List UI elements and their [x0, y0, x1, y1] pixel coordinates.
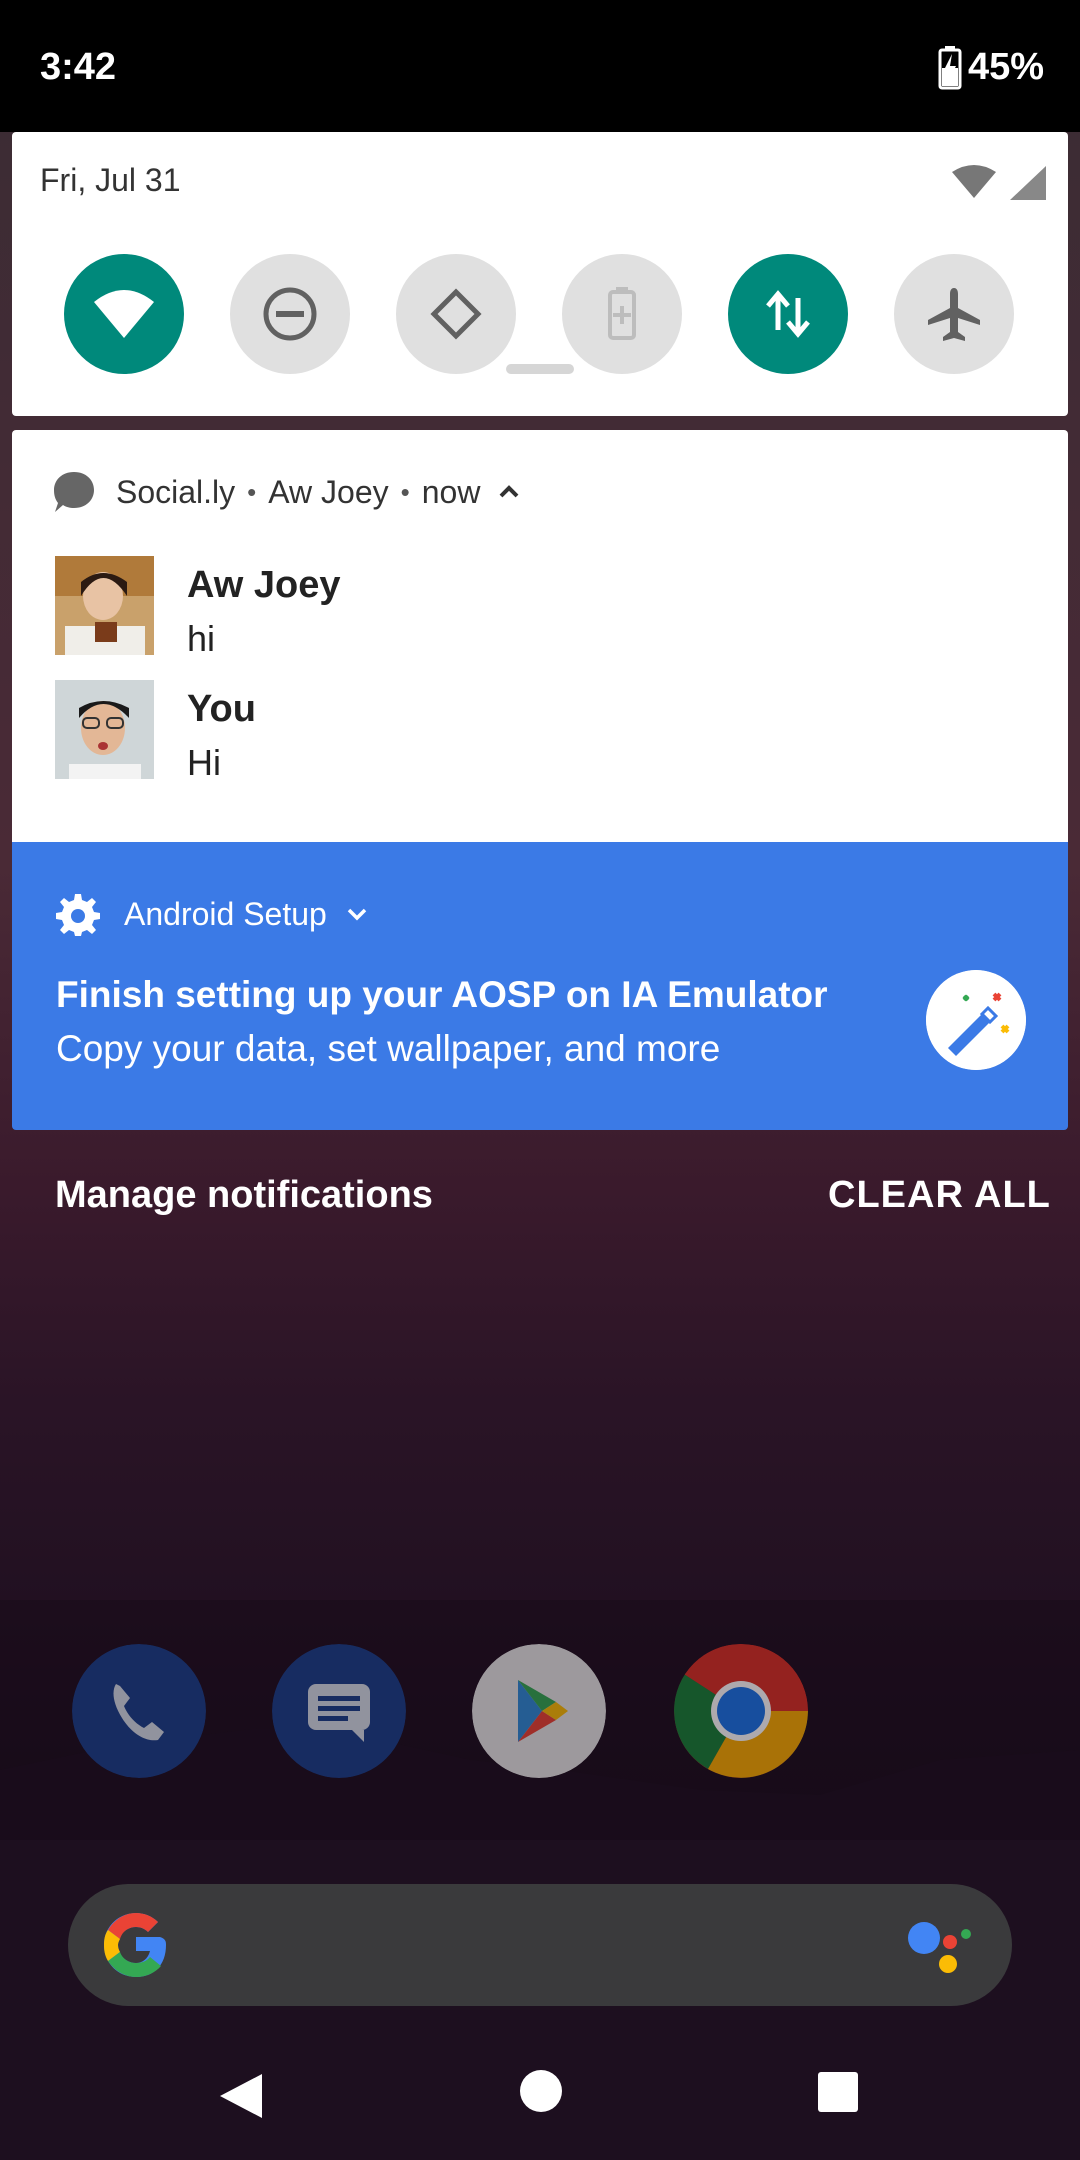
google-assistant-icon[interactable]	[898, 1914, 978, 1978]
wifi-icon	[94, 290, 154, 338]
clock: 3:42	[40, 46, 117, 88]
google-g-icon	[104, 1913, 166, 1977]
play-store-icon	[472, 1644, 606, 1778]
airplane-icon	[928, 288, 980, 341]
message-text: hi	[187, 618, 216, 659]
notification-app-name: Social.ly	[116, 473, 236, 510]
clear-all-button[interactable]: CLEAR ALL	[828, 1174, 1051, 1217]
dock-app-phone[interactable]	[72, 1644, 206, 1778]
qs-tile-airplane-mode[interactable]	[894, 254, 1014, 374]
message-text: Hi	[187, 742, 221, 783]
separator-dot: •	[247, 476, 257, 507]
recents-icon[interactable]	[818, 2072, 858, 2112]
qs-tile-auto-rotate[interactable]	[396, 254, 516, 374]
notification-time: now	[421, 473, 481, 510]
message-row: You Hi	[55, 680, 1035, 783]
battery-saver-icon	[608, 287, 636, 340]
qs-drag-handle[interactable]	[506, 364, 574, 374]
notification-title: Finish setting up your AOSP on IA Emulat…	[56, 974, 828, 1015]
qs-tile-mobile-data[interactable]	[728, 254, 848, 374]
network-status-icon	[952, 165, 1046, 200]
mobile-data-icon	[766, 290, 810, 338]
message-notification[interactable]: Social.ly • Aw Joey • now Aw Joey hi You	[12, 430, 1068, 842]
home-icon[interactable]	[520, 2070, 562, 2112]
chat-bubble-icon	[54, 472, 94, 512]
back-icon[interactable]	[214, 2070, 266, 2122]
notification-conversation: Aw Joey	[268, 473, 389, 510]
battery-charging-icon	[938, 46, 962, 90]
notification-header: Android Setup	[56, 892, 371, 936]
notification-text: Copy your data, set wallpaper, and more	[56, 1028, 721, 1069]
chrome-icon	[674, 1644, 808, 1778]
qs-tile-wifi[interactable]	[64, 254, 184, 374]
avatar-aw-joey	[55, 556, 154, 655]
separator-dot: •	[400, 476, 410, 507]
qs-tile-battery-saver[interactable]	[562, 254, 682, 374]
dock-app-chrome[interactable]	[674, 1644, 808, 1778]
status-bar: 3:42 45%	[0, 0, 1080, 132]
setup-notification[interactable]: Android Setup Finish setting up your AOS…	[12, 842, 1068, 1130]
manage-notifications-button[interactable]: Manage notifications	[55, 1174, 433, 1217]
dock-app-play-store[interactable]	[472, 1644, 606, 1778]
navigation-bar	[0, 2030, 1080, 2160]
chevron-down-icon[interactable]	[343, 900, 371, 928]
phone-icon	[72, 1644, 206, 1778]
battery-percentage: 45%	[968, 46, 1045, 88]
message-row: Aw Joey hi	[55, 556, 1035, 659]
notification-app-name: Android Setup	[124, 895, 327, 932]
dock-app-messages[interactable]	[272, 1644, 406, 1778]
message-sender: Aw Joey	[187, 564, 341, 606]
gear-icon	[56, 894, 100, 936]
messages-icon	[272, 1644, 406, 1778]
message-sender: You	[187, 688, 256, 730]
auto-rotate-icon	[430, 288, 482, 340]
notification-header: Social.ly • Aw Joey • now	[52, 472, 524, 512]
qs-date[interactable]: Fri, Jul 31	[40, 162, 180, 199]
magic-wand-icon	[926, 970, 1026, 1070]
quick-settings-panel: Fri, Jul 31	[12, 132, 1068, 416]
do-not-disturb-icon	[263, 287, 317, 341]
qs-tile-do-not-disturb[interactable]	[230, 254, 350, 374]
avatar-you	[55, 680, 154, 779]
google-search-bar[interactable]	[68, 1884, 1012, 2006]
chevron-up-icon[interactable]	[494, 477, 524, 507]
